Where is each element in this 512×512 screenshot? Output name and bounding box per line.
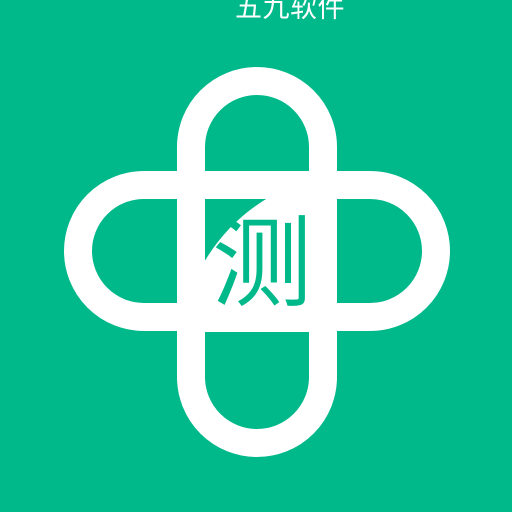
- app-icon: 测 五九软件: [0, 0, 512, 512]
- logo-glyph: 测: [212, 205, 312, 322]
- watermark-text: 五九软件: [235, 0, 345, 24]
